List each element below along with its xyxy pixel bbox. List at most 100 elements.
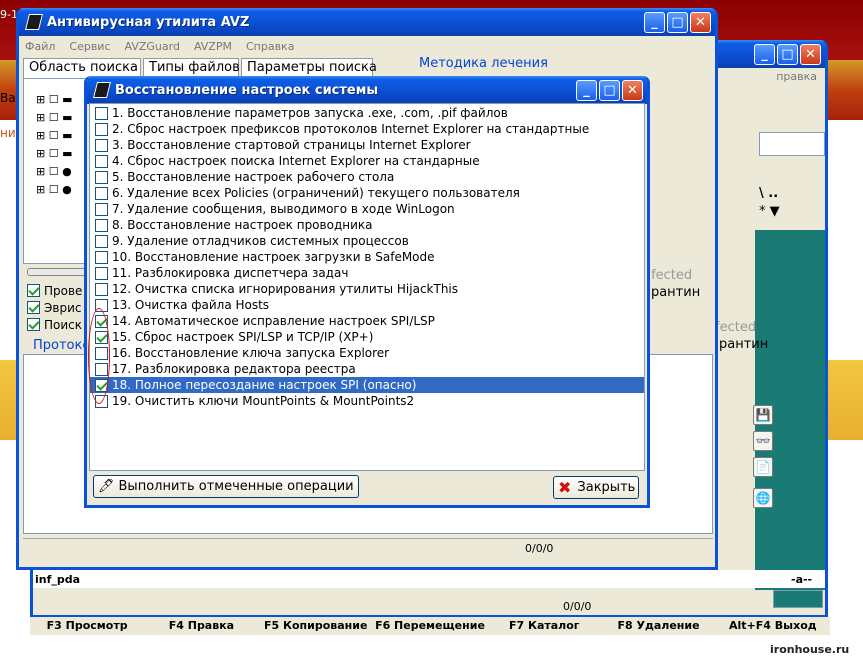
operation-label: 11. Разблокировка диспетчера задач <box>112 266 349 280</box>
second-combo-fragment: -a-- <box>791 573 813 586</box>
menu-service[interactable]: Сервис <box>69 40 110 53</box>
tab-search-params[interactable]: Параметры поиска <box>241 58 377 78</box>
operation-item[interactable]: 17. Разблокировка редактора реестра <box>90 361 644 377</box>
second-status-counter: 0/0/0 <box>563 600 592 613</box>
menu-avzpm[interactable]: AVZPM <box>194 40 232 53</box>
menu-file[interactable]: Файл <box>25 40 55 53</box>
network-icon[interactable]: 🌐 <box>753 488 773 508</box>
scan-options: Прове Эврис Поиск <box>27 282 82 333</box>
operation-item[interactable]: 13. Очистка файла Hosts <box>90 297 644 313</box>
check-scan[interactable]: Прове <box>27 282 82 299</box>
second-combo[interactable] <box>773 590 823 608</box>
main-statusbar: 0/0/0 <box>23 538 713 558</box>
operation-item[interactable]: 6. Удаление всех Policies (ограничений) … <box>90 185 644 201</box>
operation-checkbox[interactable] <box>95 234 108 248</box>
tab-file-types[interactable]: Типы файлов <box>143 58 240 78</box>
operation-item[interactable]: 4. Сброс настроек поиска Internet Explor… <box>90 153 644 169</box>
operation-item[interactable]: 10. Восстановление настроек загрузки в S… <box>90 249 644 265</box>
operation-checkbox[interactable] <box>95 250 108 264</box>
dialog-maximize-button[interactable]: □ <box>599 80 620 101</box>
protocol-label: Протоко <box>33 338 91 353</box>
fkey-f3[interactable]: F3 Просмотр <box>30 617 144 635</box>
close-button[interactable]: ✕ <box>690 12 711 33</box>
tree-scrollbar[interactable] <box>27 268 87 276</box>
operation-item[interactable]: 8. Восстановление настроек проводника <box>90 217 644 233</box>
operation-label: 18. Полное пересоздание настроек SPI (оп… <box>112 378 417 392</box>
menu-avzguard[interactable]: AVZGuard <box>125 40 180 53</box>
maximize-button[interactable]: □ <box>777 44 798 65</box>
method-label: Методика лечения <box>419 56 548 71</box>
second-list-area <box>33 570 825 588</box>
operation-item[interactable]: 7. Удаление сообщения, выводимого в ходе… <box>90 201 644 217</box>
operation-item[interactable]: 14. Автоматическое исправление настроек … <box>90 313 644 329</box>
menu-help[interactable]: Справка <box>246 40 294 53</box>
close-button[interactable]: ✕ <box>800 44 821 65</box>
operation-label: 9. Удаление отладчиков системных процесс… <box>112 234 409 248</box>
operation-item[interactable]: 18. Полное пересоздание настроек SPI (оп… <box>90 377 644 393</box>
fkey-alt-f4[interactable]: Alt+F4 Выход <box>716 617 830 635</box>
operation-label: 14. Автоматическое исправление настроек … <box>112 314 435 328</box>
avz-app-icon <box>93 82 111 98</box>
operation-label: 16. Восстановление ключа запуска Explore… <box>112 346 390 360</box>
second-quarantine-label: рантин <box>719 337 769 352</box>
function-keys-bar: F3 Просмотр F4 Правка F5 Копирование F6 … <box>30 617 830 635</box>
second-file-fragment: inf_pda <box>35 573 81 586</box>
main-menubar: Файл Сервис AVZGuard AVZPM Справка <box>19 36 715 56</box>
operation-item[interactable]: 15. Сброс настроек SPI/LSP и TCP/IP (XP+… <box>90 329 644 345</box>
operation-label: 7. Удаление сообщения, выводимого в ходе… <box>112 202 455 216</box>
fkey-f7[interactable]: F7 Каталог <box>487 617 601 635</box>
operation-label: 10. Восстановление настроек загрузки в S… <box>112 250 435 264</box>
check-heuristic[interactable]: Эврис <box>27 299 82 316</box>
glasses-icon[interactable]: 👓 <box>753 431 773 451</box>
operation-checkbox[interactable] <box>95 122 108 136</box>
fkey-f8[interactable]: F8 Удаление <box>601 617 715 635</box>
save-icon[interactable]: 💾 <box>753 405 773 425</box>
operation-item[interactable]: 3. Восстановление стартовой страницы Int… <box>90 137 644 153</box>
watermark: ironhouse.ru <box>770 643 850 656</box>
quarantine-label: арантин <box>643 285 701 300</box>
operation-item[interactable]: 19. Очистить ключи MountPoints & MountPo… <box>90 393 644 409</box>
operation-checkbox[interactable] <box>95 202 108 216</box>
close-dialog-button[interactable]: ✖ Закрыть <box>553 476 639 499</box>
operation-label: 6. Удаление всех Policies (ограничений) … <box>112 186 520 200</box>
operation-checkbox[interactable] <box>95 138 108 152</box>
tab-search-area[interactable]: Область поиска <box>23 58 141 78</box>
operation-checkbox[interactable] <box>95 154 108 168</box>
operation-checkbox[interactable] <box>95 218 108 232</box>
operation-label: 3. Восстановление стартовой страницы Int… <box>112 138 471 152</box>
maximize-button[interactable]: □ <box>667 12 688 33</box>
background-fragment: Ва <box>0 91 16 105</box>
operation-checkbox[interactable] <box>95 266 108 280</box>
operation-checkbox[interactable] <box>95 186 108 200</box>
operation-item[interactable]: 9. Удаление отладчиков системных процесс… <box>90 233 644 249</box>
minimize-button[interactable]: _ <box>644 12 665 33</box>
operations-list[interactable]: 1. Восстановление параметров запуска .ex… <box>89 103 645 471</box>
restore-settings-dialog: Восстановление настроек системы _ □ ✕ 1.… <box>84 76 650 508</box>
fkey-f4[interactable]: F4 Правка <box>144 617 258 635</box>
fkey-f5[interactable]: F5 Копирование <box>259 617 373 635</box>
dialog-close-button[interactable]: ✕ <box>622 80 643 101</box>
drive-tree[interactable]: ⊞ ☐ ▬ ⊞ ☐ ▬ ⊞ ☐ ▬ ⊞ ☐ ▬ ⊞ ☐ ● ⊞ ☐ ● <box>23 78 91 264</box>
operation-checkbox[interactable] <box>95 170 108 184</box>
operation-label: 1. Восстановление параметров запуска .ex… <box>112 106 508 120</box>
operation-item[interactable]: 1. Восстановление параметров запуска .ex… <box>90 105 644 121</box>
operation-item[interactable]: 5. Восстановление настроек рабочего стол… <box>90 169 644 185</box>
dialog-minimize-button[interactable]: _ <box>576 80 597 101</box>
dialog-titlebar: Восстановление настроек системы _ □ ✕ <box>87 76 647 104</box>
document-icon[interactable]: 📄 <box>753 457 773 477</box>
operation-item[interactable]: 11. Разблокировка диспетчера задач <box>90 265 644 281</box>
operation-checkbox[interactable] <box>95 282 108 296</box>
check-search[interactable]: Поиск <box>27 316 82 333</box>
operation-item[interactable]: 12. Очистка списка игнорирования утилиты… <box>90 281 644 297</box>
fkey-f6[interactable]: F6 Перемещение <box>373 617 487 635</box>
operation-checkbox[interactable] <box>95 106 108 120</box>
operation-item[interactable]: 2. Сброс настроек префиксов протоколов I… <box>90 121 644 137</box>
second-menu-fragment[interactable]: правка <box>776 70 817 83</box>
red-annotation-ellipse <box>88 308 110 404</box>
execute-operations-button[interactable]: 🖊 Выполнить отмеченные операции <box>93 475 359 498</box>
second-window-field[interactable] <box>759 132 825 156</box>
operation-label: 13. Очистка файла Hosts <box>112 298 270 312</box>
minimize-button[interactable]: _ <box>754 44 775 65</box>
operation-item[interactable]: 16. Восстановление ключа запуска Explore… <box>90 345 644 361</box>
operation-label: 17. Разблокировка редактора реестра <box>112 362 356 376</box>
